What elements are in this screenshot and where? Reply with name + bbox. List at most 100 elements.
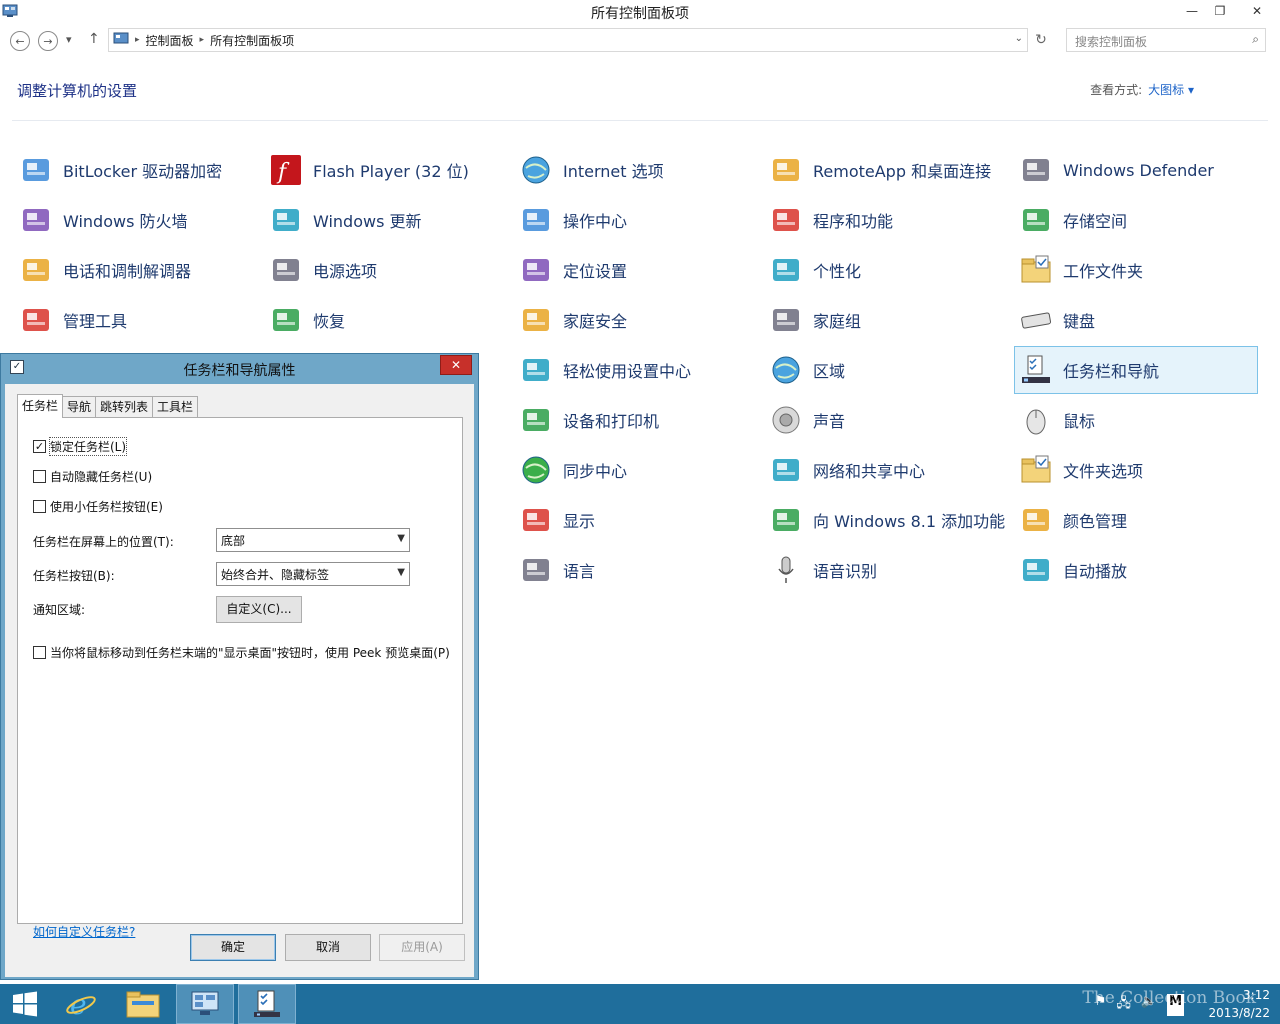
position-select[interactable]: 底部 ▼ (216, 528, 410, 552)
cp-item-phone[interactable]: 电话和调制解调器 (14, 246, 258, 294)
cp-item-tools[interactable]: 管理工具 (14, 296, 258, 344)
cp-item-mic[interactable]: 语音识别 (764, 546, 1008, 594)
cp-item-folder-options[interactable]: 文件夹选项 (1014, 446, 1258, 494)
folder-options-icon (1019, 453, 1053, 487)
cp-item-sync[interactable]: 同步中心 (514, 446, 758, 494)
search-input[interactable]: 搜索控制面板 ⌕ (1066, 28, 1266, 52)
start-button[interactable] (0, 984, 50, 1024)
cp-item-label: 家庭安全 (563, 312, 628, 331)
cancel-button[interactable]: 取消 (285, 934, 371, 961)
small-buttons-label: 使用小任务栏按钮(E) (50, 500, 163, 514)
remote-icon (769, 153, 803, 187)
cp-item-label: 键盘 (1063, 312, 1096, 331)
taskbar-explorer-button[interactable] (114, 984, 172, 1024)
taskbar-ie-button[interactable]: e (52, 984, 110, 1024)
checkbox-icon[interactable] (33, 500, 46, 513)
windows-logo-icon (13, 991, 37, 1017)
cp-item-location[interactable]: 定位设置 (514, 246, 758, 294)
cp-item-addfeatures[interactable]: 向 Windows 8.1 添加功能 (764, 496, 1008, 544)
cp-item-storage[interactable]: 存储空间 (1014, 196, 1258, 244)
cp-item-programs[interactable]: 程序和功能 (764, 196, 1008, 244)
breadcrumb-control-panel[interactable]: 控制面板 (146, 32, 194, 49)
network-icon (769, 453, 803, 487)
view-by-label: 查看方式: (1090, 83, 1143, 97)
search-icon[interactable]: ⌕ (1252, 32, 1259, 47)
cp-item-ease[interactable]: 轻松使用设置中心 (514, 346, 758, 394)
cp-item-update[interactable]: Windows 更新 (264, 196, 508, 244)
cp-item-recovery[interactable]: 恢复 (264, 296, 508, 344)
cp-item-homegroup[interactable]: 家庭组 (764, 296, 1008, 344)
close-button[interactable]: ✕ (1234, 0, 1280, 22)
cp-item-power[interactable]: 电源选项 (264, 246, 508, 294)
address-dropdown-icon[interactable]: ⌄ (1015, 33, 1023, 44)
small-buttons-checkbox[interactable]: 使用小任务栏按钮(E) (33, 498, 163, 515)
auto-hide-checkbox[interactable]: 自动隐藏任务栏(U) (33, 468, 152, 485)
tab-toolbars[interactable]: 工具栏 (152, 396, 199, 418)
cp-item-display[interactable]: 显示 (514, 496, 758, 544)
cp-item-speaker[interactable]: 声音 (764, 396, 1008, 444)
notification-area-label: 通知区域: (33, 603, 86, 617)
checkbox-icon[interactable] (33, 646, 46, 659)
customize-button[interactable]: 自定义(C)... (216, 596, 302, 623)
tab-taskbar[interactable]: 任务栏 (17, 394, 64, 418)
cp-item-printer[interactable]: 设备和打印机 (514, 396, 758, 444)
cp-item-key[interactable]: BitLocker 驱动器加密 (14, 146, 258, 194)
dialog-title-bar[interactable]: ✓ 任务栏和导航属性 (1, 354, 478, 382)
breadcrumb-separator[interactable]: ▸ (200, 35, 205, 45)
cp-item-flag[interactable]: 操作中心 (514, 196, 758, 244)
update-icon (269, 203, 303, 237)
cp-item-folder[interactable]: 工作文件夹 (1014, 246, 1258, 294)
recent-locations-button[interactable]: ▾ (66, 33, 72, 46)
cp-item-label: 网络和共享中心 (813, 462, 926, 481)
storage-icon (1019, 203, 1053, 237)
lock-taskbar-checkbox[interactable]: ✓ 锁定任务栏(L) (33, 437, 128, 456)
cp-item-wall[interactable]: Windows Defender (1014, 146, 1258, 194)
cp-item-language[interactable]: 语言 (514, 546, 758, 594)
cp-item-keyboard[interactable]: 键盘 (1014, 296, 1258, 344)
cp-item-autoplay[interactable]: 自动播放 (1014, 546, 1258, 594)
flash-icon: f (269, 153, 303, 187)
window-title: 所有控制面板项 (591, 6, 689, 22)
ok-button[interactable]: 确定 (190, 934, 276, 961)
cp-item-label: 设备和打印机 (563, 412, 660, 431)
breadcrumb-all-items[interactable]: 所有控制面板项 (210, 32, 294, 49)
cp-item-label: 声音 (813, 412, 846, 431)
tab-jump-lists[interactable]: 跳转列表 (95, 396, 154, 418)
taskbar-properties-button[interactable] (238, 984, 296, 1024)
cp-item-label: 轻松使用设置中心 (563, 362, 692, 381)
cp-item-remote[interactable]: RemoteApp 和桌面连接 (764, 146, 1008, 194)
cp-item-color[interactable]: 颜色管理 (1014, 496, 1258, 544)
forward-button[interactable]: → (38, 31, 58, 51)
back-button[interactable]: ← (10, 31, 30, 51)
cp-item-firewall[interactable]: Windows 防火墙 (14, 196, 258, 244)
maximize-button[interactable]: ❐ (1206, 0, 1234, 22)
peek-checkbox[interactable]: 当你将鼠标移动到任务栏末端的"显示桌面"按钮时，使用 Peek 预览桌面(P) (33, 644, 450, 661)
cp-item-globe[interactable]: Internet 选项 (514, 146, 758, 194)
dialog-close-button[interactable]: ✕ (440, 355, 472, 375)
cp-item-flash[interactable]: f Flash Player (32 位) (264, 146, 508, 194)
up-button[interactable]: ↑ (88, 31, 100, 47)
cp-item-network[interactable]: 网络和共享中心 (764, 446, 1008, 494)
checkbox-checked-icon[interactable]: ✓ (33, 440, 46, 453)
tab-navigation[interactable]: 导航 (62, 396, 97, 418)
buttons-select[interactable]: 始终合并、隐藏标签 ▼ (216, 562, 410, 586)
cp-item-personalize[interactable]: 个性化 (764, 246, 1008, 294)
header-divider (12, 120, 1268, 121)
help-link[interactable]: 如何自定义任务栏? (33, 923, 135, 940)
cp-item-label: 颜色管理 (1063, 512, 1128, 531)
cp-item-region[interactable]: 区域 (764, 346, 1008, 394)
refresh-icon[interactable]: ↻ (1032, 32, 1050, 50)
minimize-button[interactable]: — (1178, 0, 1206, 22)
cp-item-mouse[interactable]: 鼠标 (1014, 396, 1258, 444)
cp-item-taskbar[interactable]: 任务栏和导航 (1014, 346, 1258, 394)
apply-button[interactable]: 应用(A) (379, 934, 465, 961)
address-bar[interactable]: ▸ 控制面板 ▸ 所有控制面板项 ⌄ (108, 28, 1028, 52)
taskbar-control-panel-button[interactable] (176, 984, 234, 1024)
checkbox-icon[interactable] (33, 470, 46, 483)
breadcrumb-separator[interactable]: ▸ (135, 35, 140, 45)
view-by-dropdown[interactable]: 大图标 ▾ (1148, 83, 1194, 97)
taskbar-settings-icon (254, 990, 280, 1017)
dialog-title: 任务栏和导航属性 (183, 363, 296, 379)
cp-item-family[interactable]: 家庭安全 (514, 296, 758, 344)
cp-item-label: 自动播放 (1063, 562, 1128, 581)
